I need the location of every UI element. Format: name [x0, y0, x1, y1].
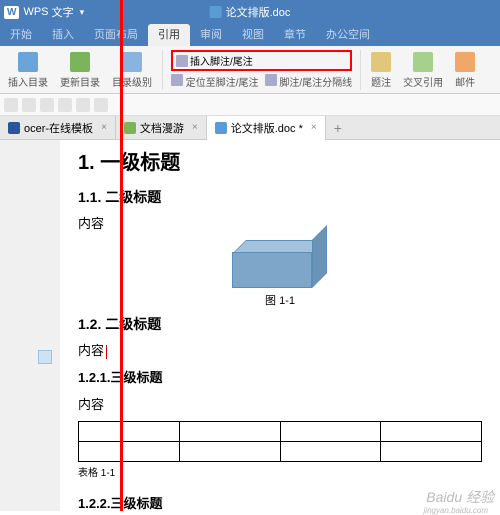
insert-toc-label: 插入目录	[8, 74, 48, 89]
insert-footnote-label: 插入脚注/尾注	[190, 53, 253, 68]
qat-redo-icon[interactable]	[94, 98, 108, 112]
mail-label: 邮件	[455, 74, 475, 89]
ribbon-divider	[360, 50, 361, 90]
watermark: Baidu 经验 jingyan.baidu.com	[426, 487, 494, 507]
ribbon-divider	[162, 50, 163, 90]
document-icon	[210, 6, 222, 18]
close-icon[interactable]: ×	[192, 122, 198, 133]
caption-label: 题注	[371, 74, 391, 89]
tab-current-label: 论文排版.doc *	[231, 120, 303, 136]
table-row	[79, 422, 482, 442]
document-table[interactable]	[78, 421, 482, 462]
cuboid-shape	[232, 240, 328, 288]
qat-undo-icon[interactable]	[76, 98, 90, 112]
caption-button[interactable]: 题注	[369, 50, 393, 91]
crossref-label: 交叉引用	[403, 74, 443, 89]
content-text: 内容	[78, 343, 104, 358]
locate-label: 定位至脚注/尾注	[186, 78, 259, 89]
menu-review[interactable]: 审阅	[190, 24, 232, 46]
toc-level-button[interactable]: 目录级别	[110, 50, 154, 91]
add-tab-button[interactable]: +	[326, 120, 350, 136]
heading-2: 1.2. 二级标题	[78, 314, 482, 334]
body-text: 内容	[78, 394, 482, 413]
word-tab-icon	[215, 122, 227, 134]
update-toc-label: 更新目录	[60, 74, 100, 89]
menu-office-space[interactable]: 办公空间	[316, 24, 380, 46]
close-icon[interactable]: ×	[101, 122, 107, 133]
title-dropdown-icon[interactable]: ▾	[80, 7, 85, 18]
menu-view[interactable]: 视图	[232, 24, 274, 46]
quick-access-toolbar	[0, 94, 500, 116]
document-page[interactable]: 1. 一级标题 1.1. 二级标题 内容 图 1-1 1.2. 二级标题 内容 …	[60, 140, 500, 511]
title-bar: W WPS 文字 ▾ 论文排版.doc	[0, 0, 500, 24]
qat-new-icon[interactable]	[4, 98, 18, 112]
menu-start[interactable]: 开始	[0, 24, 42, 46]
tab-roaming[interactable]: 文档漫游 ×	[116, 116, 207, 140]
qat-print-icon[interactable]	[58, 98, 72, 112]
caption-icon	[371, 52, 391, 72]
workspace: 1. 一级标题 1.1. 二级标题 内容 图 1-1 1.2. 二级标题 内容 …	[0, 140, 500, 511]
title-document-name: 论文排版.doc	[210, 4, 291, 20]
menu-insert[interactable]: 插入	[42, 24, 84, 46]
body-text-cursor: 内容	[78, 340, 482, 359]
app-name: 文字	[52, 4, 74, 20]
separator-label: 脚注/尾注分隔线	[279, 78, 352, 89]
update-toc-icon	[70, 52, 90, 72]
insert-footnote-button[interactable]: 插入脚注/尾注	[171, 50, 352, 71]
heading-3: 1.2.2.三级标题	[78, 493, 482, 511]
text-cursor	[106, 345, 107, 359]
mail-button[interactable]: 邮件	[453, 50, 477, 91]
table-row	[79, 442, 482, 462]
qat-save-icon[interactable]	[40, 98, 54, 112]
menu-sections[interactable]: 章节	[274, 24, 316, 46]
footnote-separator-button[interactable]: 脚注/尾注分隔线	[265, 74, 353, 89]
doc-title-text: 论文排版.doc	[226, 4, 291, 20]
menu-bar: 开始 插入 页面布局 引用 审阅 视图 章节 办公空间	[0, 24, 500, 46]
locate-icon	[171, 74, 183, 86]
footnote-ab-icon	[176, 55, 188, 67]
crossref-icon	[413, 52, 433, 72]
toc-icon	[18, 52, 38, 72]
tab-template-label: ocer-在线模板	[24, 120, 93, 136]
toc-level-label: 目录级别	[112, 74, 152, 89]
update-toc-button[interactable]: 更新目录	[58, 50, 102, 91]
heading-3: 1.2.1.三级标题	[78, 367, 482, 386]
close-icon[interactable]: ×	[311, 122, 317, 133]
tab-roaming-label: 文档漫游	[140, 120, 184, 136]
toc-level-icon	[122, 52, 142, 72]
left-gutter	[0, 140, 60, 511]
locate-footnote-button[interactable]: 定位至脚注/尾注	[171, 74, 259, 89]
wps-logo-badge: W	[4, 6, 19, 19]
heading-1: 1. 一级标题	[78, 146, 482, 175]
watermark-main: Baidu 经验	[426, 489, 494, 505]
ribbon-bar: 插入目录 更新目录 目录级别 插入脚注/尾注 定位至脚注/尾注 脚注/尾注分隔线…	[0, 46, 500, 94]
table-caption: 表格 1-1	[78, 464, 482, 479]
menu-references[interactable]: 引用	[148, 24, 190, 46]
qat-open-icon[interactable]	[22, 98, 36, 112]
comment-flag-icon[interactable]	[38, 350, 52, 364]
tab-current-doc[interactable]: 论文排版.doc * ×	[207, 116, 326, 140]
insert-toc-button[interactable]: 插入目录	[6, 50, 50, 91]
heading-2: 1.1. 二级标题	[78, 187, 482, 207]
template-tab-icon	[8, 122, 20, 134]
menu-page-layout[interactable]: 页面布局	[84, 24, 148, 46]
tab-template[interactable]: ocer-在线模板 ×	[0, 116, 116, 140]
app-prefix: WPS	[23, 6, 48, 18]
figure: 图 1-1	[78, 240, 482, 308]
mail-icon	[455, 52, 475, 72]
separator-icon	[265, 74, 277, 86]
cross-reference-button[interactable]: 交叉引用	[401, 50, 445, 91]
document-tab-bar: ocer-在线模板 × 文档漫游 × 论文排版.doc * × +	[0, 116, 500, 140]
figure-caption: 图 1-1	[265, 292, 295, 308]
body-text: 内容	[78, 213, 482, 232]
cloud-tab-icon	[124, 122, 136, 134]
